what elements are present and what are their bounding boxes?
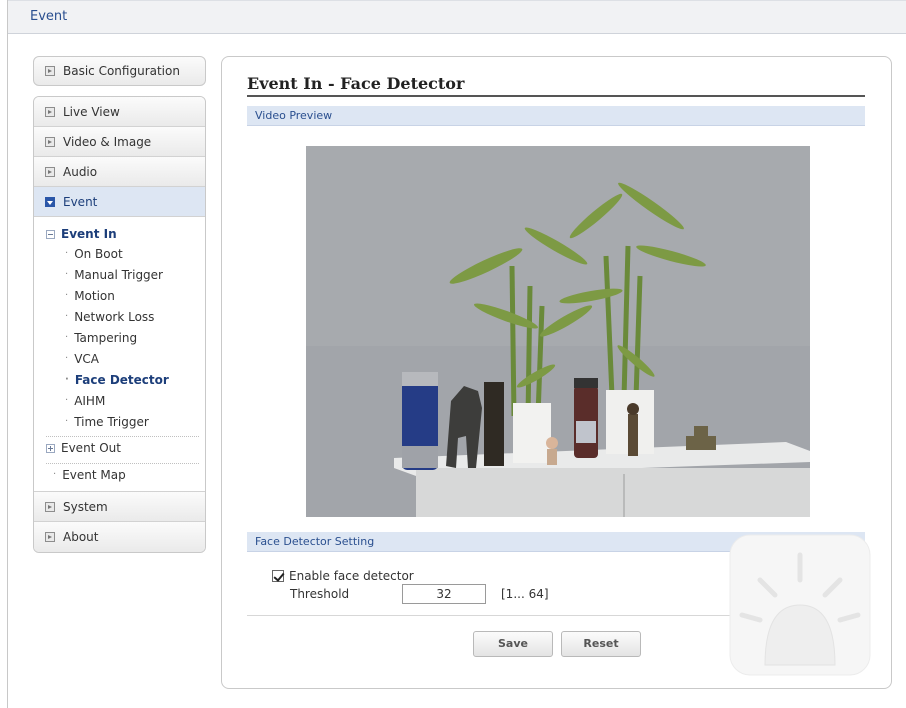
sidebar-item-video-image[interactable]: Video & Image [34,127,205,157]
sidebar-item-label: Video & Image [63,134,152,149]
bullet-icon: · [53,469,57,480]
sidebar-item-live-view[interactable]: Live View [34,97,205,127]
tree-item-label: Time Trigger [74,414,149,429]
bullet-icon: · [65,311,69,322]
tree-node-label: Event Out [61,441,121,455]
tree-item-manual-trigger[interactable]: · Manual Trigger [46,264,205,285]
tree-node-event-out[interactable]: Event Out [46,437,205,459]
save-button[interactable]: Save [473,631,553,657]
sidebar-item-label: Event [63,194,98,209]
tree-item-time-trigger[interactable]: · Time Trigger [46,411,205,432]
expand-icon [45,66,55,76]
tree-node-event-in[interactable]: Event In [46,225,205,243]
sidebar-item-audio[interactable]: Audio [34,157,205,187]
alarm-light-watermark [729,534,871,676]
expand-icon [45,136,55,147]
bullet-icon: · [65,353,69,364]
reset-button[interactable]: Reset [561,631,641,657]
tree-item-label: Tampering [74,330,138,345]
sidebar-item-label: Audio [63,164,98,179]
expand-icon [45,501,55,512]
tree-item-label: AIHM [74,393,106,408]
tree-item-label: Motion [74,288,115,303]
sidebar-item-system[interactable]: System [34,492,205,522]
video-preview [306,146,810,517]
video-preview-header: Video Preview [247,106,865,126]
tree-item-on-boot[interactable]: · On Boot [46,243,205,264]
event-subtree: Event In · On Boot · Manual Trigger · Motio… [34,217,205,492]
threshold-input[interactable]: 32 [402,584,486,604]
tree-item-motion[interactable]: · Motion [46,285,205,306]
sidebar-item-basic-configuration[interactable]: Basic Configuration [33,56,206,86]
tree-collapse-icon[interactable] [46,229,55,239]
tree-item-event-map[interactable]: · Event Map [46,464,205,485]
title-divider [247,95,865,97]
tree-item-aihm[interactable]: · AIHM [46,390,205,411]
bullet-icon: · [65,248,69,259]
tree-item-label: On Boot [74,246,123,261]
enable-face-detector-checkbox[interactable] [272,570,284,582]
sidebar-item-label: Basic Configuration [63,64,180,78]
expand-icon [45,532,55,542]
threshold-label: Threshold [290,587,350,601]
tree-item-label: VCA [74,351,99,366]
bullet-icon: · [65,290,69,301]
enable-face-detector-label: Enable face detector [289,569,414,583]
page-title: Event In - Face Detector [247,74,465,93]
tree-item-label: Network Loss [74,309,155,324]
tree-item-label: Event Map [62,467,126,482]
threshold-range: [1... 64] [501,587,549,601]
enable-face-detector-row: Enable face detector [272,569,414,583]
sidebar-item-about[interactable]: About [34,522,205,552]
sidebar-item-label: Live View [63,104,120,119]
bullet-icon: · [65,416,69,427]
sidebar-item-event[interactable]: Event [34,187,205,217]
sidebar-menu: Live View Video & Image Audio Event Even… [33,96,206,553]
camera-feed-image [306,146,810,517]
bullet-icon: · [65,269,69,280]
tree-node-label: Event In [61,227,117,241]
bullet-icon: · [65,374,69,385]
bullet-icon: · [65,395,69,406]
tree-item-network-loss[interactable]: · Network Loss [46,306,205,327]
tree-item-label: Face Detector [74,372,169,387]
sidebar: Basic Configuration Live View Video & Im… [33,56,206,553]
expand-icon [45,166,55,177]
page-header-title: Event [30,9,68,24]
sidebar-item-label: System [63,499,108,514]
tree-item-vca[interactable]: · VCA [46,348,205,369]
sidebar-item-label: About [63,530,99,544]
tree-item-face-detector[interactable]: · Face Detector [46,369,205,390]
tree-expand-icon[interactable] [46,443,55,453]
bullet-icon: · [65,332,69,343]
page-header: Event [8,0,906,34]
tree-item-label: Manual Trigger [74,267,163,282]
collapse-icon [45,196,55,207]
expand-icon [45,106,55,117]
tree-item-tampering[interactable]: · Tampering [46,327,205,348]
